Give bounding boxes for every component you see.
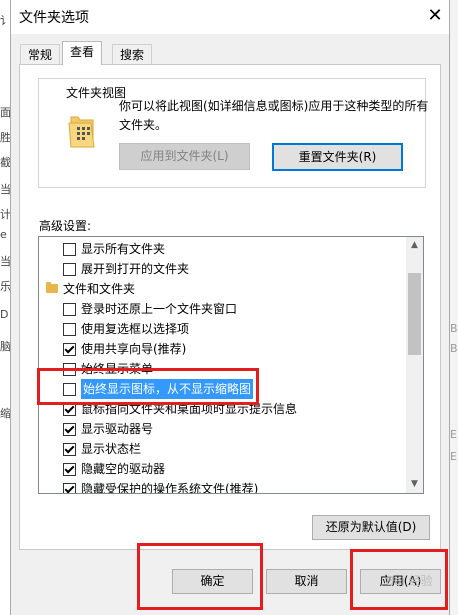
tree-row-label: 展开到打开的文件夹 xyxy=(81,262,190,276)
tab-view[interactable]: 查看 xyxy=(62,41,103,65)
background-text: E xyxy=(450,450,457,463)
checkbox-checked[interactable] xyxy=(63,483,76,493)
watermark: Bai 经验 xyxy=(386,574,433,588)
tree-row-label: 隐藏受保护的操作系统文件(推荐) xyxy=(81,482,259,494)
tree-row-label: 使用复选框以选择项 xyxy=(81,322,190,336)
folder-options-dialog: 文件夹选项 ✕ 常规 查看 搜索 文件夹视图 你可以将此视图(如详细信息或图标)… xyxy=(10,0,450,615)
folder-views-description: 你可以将此视图(如详细信息或图标)应用于这种类型的所有文件夹。 xyxy=(119,99,429,132)
annotation-box-setting xyxy=(37,368,259,405)
tree-row-label: 文件和文件夹 xyxy=(63,282,136,296)
tree-row-label: 使用共享向导(推荐) xyxy=(81,342,187,356)
background-text: B xyxy=(450,322,458,335)
advanced-settings-label: 高级设置: xyxy=(39,219,92,233)
checkbox-checked[interactable] xyxy=(63,423,76,436)
close-icon[interactable]: ✕ xyxy=(423,4,447,28)
restore-defaults-button[interactable]: 还原为默认值(D) xyxy=(312,515,430,540)
tree-row-label: 显示驱动器号 xyxy=(81,422,154,436)
tree-scrollbar[interactable]: ▲ ▼ xyxy=(406,237,423,493)
title-bar: 文件夹选项 ✕ xyxy=(11,0,449,34)
folder-views-group: 文件夹视图 你可以将此视图(如详细信息或图标)应用于这种类型的所有文件夹。 应用… xyxy=(38,78,428,188)
checkbox-unchecked[interactable] xyxy=(63,303,76,316)
checkbox-checked[interactable] xyxy=(63,343,76,356)
tab-general[interactable]: 常规 xyxy=(20,44,61,65)
checkbox-unchecked[interactable] xyxy=(63,243,76,256)
folder-view-icon xyxy=(68,116,95,148)
tab-search[interactable]: 搜索 xyxy=(112,44,153,65)
annotation-box-ok xyxy=(137,543,263,610)
dialog-title: 文件夹选项 xyxy=(19,10,89,26)
cancel-button[interactable]: 取消 xyxy=(266,569,347,594)
scroll-up-arrow-icon[interactable]: ▲ xyxy=(406,237,423,254)
scrollbar-thumb[interactable] xyxy=(408,273,421,355)
checkbox-unchecked[interactable] xyxy=(63,323,76,336)
tree-row-label: 显示状态栏 xyxy=(81,442,142,456)
advanced-settings-tree[interactable]: 显示所有文件夹展开到打开的文件夹文件和文件夹登录时还原上一个文件夹窗口 使用复选框… xyxy=(38,236,424,494)
checkbox-checked[interactable] xyxy=(63,463,76,476)
tree-row-label: 隐藏空的驱动器 xyxy=(81,462,166,476)
folder-icon xyxy=(46,282,58,293)
scroll-down-arrow-icon[interactable]: ▼ xyxy=(406,476,423,493)
checkbox-unchecked[interactable] xyxy=(63,263,76,276)
background-text: D xyxy=(0,308,9,321)
tab-panel-view: 文件夹视图 你可以将此视图(如详细信息或图标)应用于这种类型的所有文件夹。 应用… xyxy=(19,64,441,550)
checkbox-checked[interactable] xyxy=(63,443,76,456)
background-text: E xyxy=(450,428,457,441)
apply-to-folders-button[interactable]: 应用到文件夹(L) xyxy=(119,143,250,170)
tree-row-label: 登录时还原上一个文件夹窗口 xyxy=(81,302,238,316)
background-text: B xyxy=(450,342,458,355)
tree-row-label: 显示所有文件夹 xyxy=(81,242,166,256)
background-text: e xyxy=(0,228,7,241)
reset-folders-button[interactable]: 重置文件夹(R) xyxy=(272,143,403,171)
